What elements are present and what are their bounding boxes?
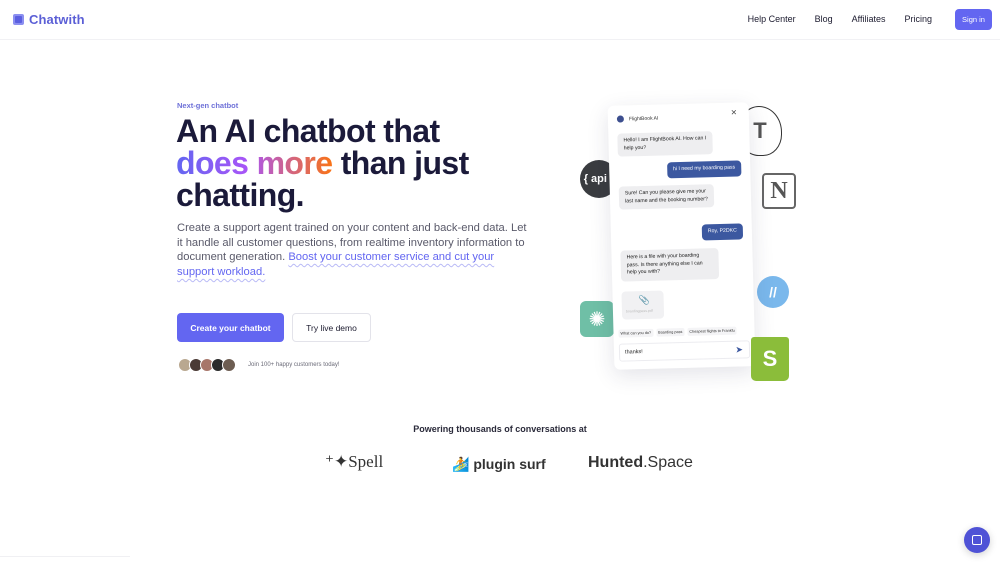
send-icon[interactable]: ➤ — [735, 344, 743, 355]
partners-heading: Powering thousands of conversations at — [413, 424, 587, 434]
helpscout-logo-icon: // — [757, 276, 789, 308]
chat-message-user: Roy, P2DKC — [701, 223, 744, 240]
brand-name: Chatwith — [29, 12, 85, 27]
hero-eyebrow: Next-gen chatbot — [177, 101, 239, 110]
chat-message-bot: Here is a file with your boarding pass. … — [620, 248, 720, 282]
notion-logo-icon: N — [762, 173, 796, 209]
top-nav: Chatwith Help Center Blog Affiliates Pri… — [0, 0, 1000, 40]
nav-link-affiliates[interactable]: Affiliates — [852, 14, 886, 24]
attachment-name: boardingpass.pdf — [625, 308, 653, 314]
partner-logo-plugin-surf: 🏄 plugin surf — [452, 456, 546, 473]
openai-logo-icon: ✺ — [580, 301, 614, 337]
social-proof-text: Join 100+ happy customers today! — [248, 362, 340, 368]
divider — [0, 556, 130, 557]
surfer-icon: 🏄 — [452, 456, 470, 472]
suggestion-chip[interactable]: Cheapest flights to Frankfu — [687, 326, 737, 336]
paperclip-icon: 📎 — [638, 294, 651, 306]
page: Chatwith Help Center Blog Affiliates Pri… — [0, 0, 1000, 563]
nav-link-help-center[interactable]: Help Center — [748, 14, 796, 24]
chat-launcher-icon — [972, 535, 982, 545]
plugin-surf-text: plugin surf — [473, 456, 546, 472]
nav-links: Help Center Blog Affiliates Pricing — [748, 14, 932, 24]
brand-logo[interactable]: Chatwith — [13, 12, 85, 27]
suggestion-chip[interactable]: Boarding pass — [656, 327, 685, 337]
partner-logo-hunted-space: Hunted.Space — [588, 454, 693, 472]
chat-launcher-button[interactable] — [964, 527, 990, 553]
hunted-rest: .Space — [643, 454, 693, 471]
chat-widget-preview: FlightBook AI × Hello! I am FlightBook A… — [607, 102, 756, 370]
attachment-card[interactable]: 📎 boardingpass.pdf — [621, 290, 665, 320]
headline-line-2: than just — [332, 145, 470, 181]
partner-logo-spell: ⁺✦Spell — [325, 452, 384, 471]
headline-line-3: chatting. — [176, 177, 305, 213]
chatwith-logo-icon — [13, 14, 24, 25]
hero-description: Create a support agent trained on your c… — [177, 221, 529, 279]
chat-message-bot: Hello! I am FlightBook AI. How can I hel… — [617, 131, 713, 157]
chat-header: FlightBook AI — [616, 115, 659, 123]
close-icon[interactable]: × — [731, 108, 737, 119]
bot-avatar-icon — [616, 115, 625, 123]
hunted-bold: Hunted — [588, 454, 644, 471]
nav-link-blog[interactable]: Blog — [815, 14, 833, 24]
sign-in-button[interactable]: Sign in — [955, 9, 992, 30]
chat-input-value: thanks! — [624, 349, 643, 356]
chat-message-input[interactable]: thanks! ➤ — [618, 340, 751, 362]
try-live-demo-button[interactable]: Try live demo — [292, 313, 371, 342]
chat-message-bot: Sure! Can you please give me your last n… — [618, 184, 715, 210]
suggestion-chip[interactable]: What can you do? — [618, 328, 654, 338]
avatar — [222, 358, 236, 372]
customer-avatars — [178, 358, 236, 372]
create-chatbot-button[interactable]: Create your chatbot — [177, 313, 284, 342]
bot-name: FlightBook AI — [628, 115, 659, 122]
suggestion-chips: What can you do? Boarding pass Cheapest … — [618, 326, 737, 338]
chat-message-user: hi I need my boarding pass — [666, 160, 742, 178]
shopify-logo-icon: S — [751, 337, 789, 381]
nav-link-pricing[interactable]: Pricing — [904, 14, 932, 24]
headline-line-1: An AI chatbot that — [176, 113, 440, 149]
headline-gradient: does more — [176, 145, 333, 181]
hero-headline: An AI chatbot that does more than just c… — [176, 115, 469, 211]
